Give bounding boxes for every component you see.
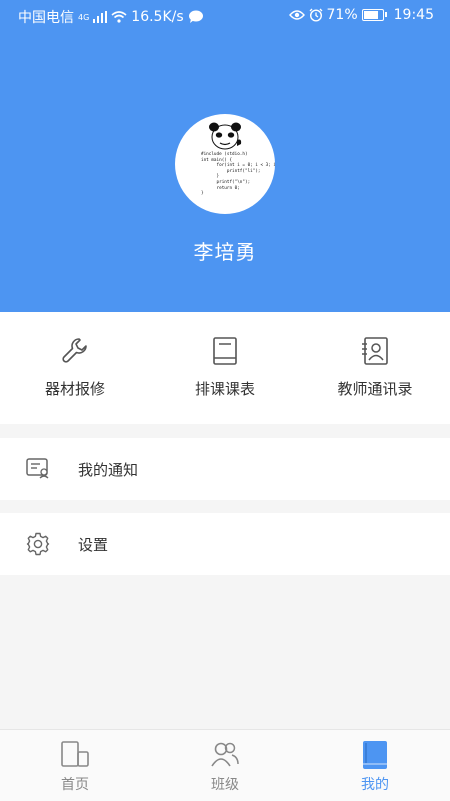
- avatar[interactable]: #include (stdio.h) int main() { for(int …: [175, 114, 275, 214]
- quick-action-schedule[interactable]: 排课课表: [150, 312, 300, 424]
- gear-icon: [26, 532, 50, 556]
- tab-label: 首页: [61, 777, 89, 793]
- network-label: 4G: [78, 12, 90, 22]
- menu-item-notifications[interactable]: 我的通知: [0, 438, 450, 500]
- tab-label: 班级: [211, 777, 239, 793]
- menu-item-label: 设置: [78, 536, 109, 554]
- home-icon: [61, 741, 89, 767]
- class-icon: [211, 742, 239, 767]
- tab-label: 我的: [361, 777, 389, 793]
- quick-action-equipment-repair[interactable]: 器材报修: [0, 312, 150, 424]
- status-bar: 中国电信 4G 16.5K/s 71% 19:45: [0, 0, 450, 32]
- signal-icon: [93, 11, 108, 23]
- menu-item-settings[interactable]: 设置: [0, 513, 450, 575]
- wifi-icon: [111, 11, 127, 23]
- carrier-label: 中国电信: [18, 10, 74, 26]
- alarm-icon: [309, 8, 322, 22]
- notebook-icon: [213, 337, 237, 365]
- book-icon: [363, 741, 387, 769]
- contacts-icon: [362, 337, 388, 365]
- wrench-icon: [62, 338, 87, 363]
- tab-mine[interactable]: 我的: [300, 730, 450, 801]
- notification-card-icon: [26, 458, 49, 479]
- avatar-code-text: #include (stdio.h) int main() { for(int …: [201, 152, 275, 197]
- quick-action-label: 器材报修: [44, 380, 105, 398]
- message-icon: [188, 10, 203, 23]
- user-name: 李培勇: [193, 240, 257, 264]
- battery-percent: 71%: [326, 7, 358, 23]
- tab-home[interactable]: 首页: [0, 730, 150, 801]
- battery-icon: [361, 9, 387, 21]
- quick-actions: 器材报修 排课课表 教师通讯录: [0, 312, 450, 424]
- eye-icon: [288, 10, 305, 20]
- speed-label: 16.5K/s: [131, 9, 184, 25]
- clock: 19:45: [393, 7, 434, 23]
- tab-bar: 首页 班级 我的: [0, 729, 450, 801]
- quick-action-teacher-contacts[interactable]: 教师通讯录: [300, 312, 450, 424]
- quick-action-label: 排课课表: [194, 380, 255, 398]
- profile-header: 中国电信 4G 16.5K/s 71% 19:45 #include (stdi…: [0, 0, 450, 312]
- tab-class[interactable]: 班级: [150, 730, 300, 801]
- quick-action-label: 教师通讯录: [337, 380, 413, 398]
- panda-face-icon: [209, 122, 242, 150]
- menu-item-label: 我的通知: [78, 461, 139, 479]
